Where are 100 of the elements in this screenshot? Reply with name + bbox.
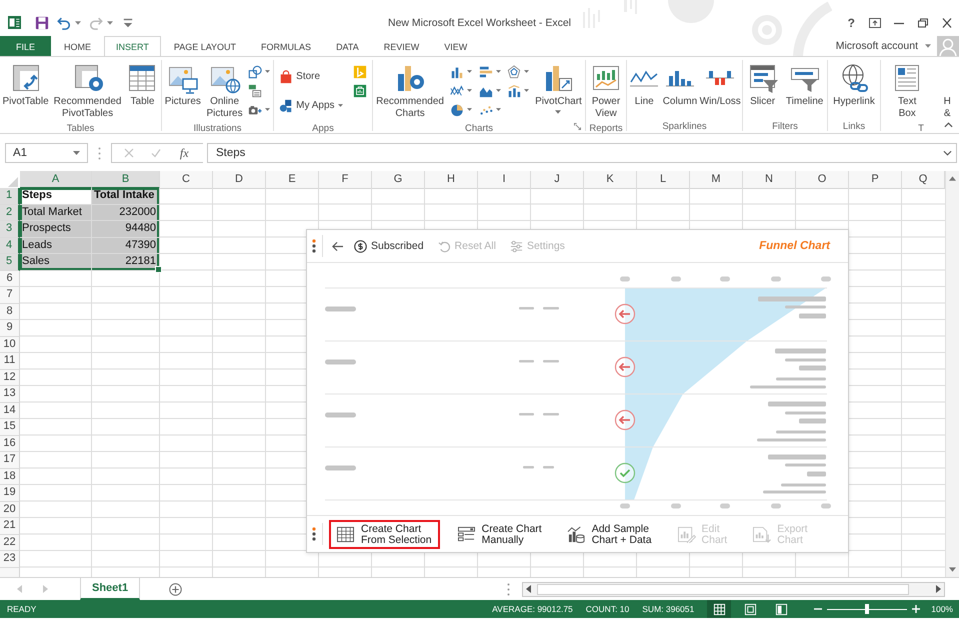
ribbon-tab[interactable]: FILE bbox=[0, 36, 52, 56]
arrow-up-icon[interactable] bbox=[949, 176, 956, 181]
ribbon-tab[interactable]: VIEW bbox=[432, 36, 480, 56]
scrollbar-thumb[interactable] bbox=[536, 584, 908, 594]
ribbon-button[interactable]: Table bbox=[125, 62, 160, 108]
row-header[interactable]: 23 bbox=[0, 551, 20, 568]
expand-icon[interactable] bbox=[943, 150, 952, 156]
ribbon-button[interactable]: Store bbox=[278, 67, 344, 86]
ribbon-button[interactable]: H & bbox=[942, 62, 952, 120]
collapse-icon[interactable] bbox=[944, 122, 953, 128]
row-header[interactable]: 9 bbox=[0, 320, 20, 336]
grip-icon[interactable] bbox=[312, 239, 316, 253]
column-header[interactable]: I bbox=[478, 171, 531, 189]
quick-access-button[interactable] bbox=[57, 16, 81, 30]
column-header[interactable]: L bbox=[637, 171, 690, 189]
zoom-level[interactable]: 100% bbox=[931, 604, 953, 614]
account-button[interactable]: Microsoft account bbox=[836, 40, 922, 52]
dialog-launcher-icon[interactable] bbox=[574, 123, 581, 130]
ribbon-button[interactable]: Online Pictures bbox=[205, 62, 244, 120]
view-button[interactable] bbox=[707, 600, 732, 618]
formula-field[interactable]: Steps bbox=[207, 143, 957, 163]
ribbon-button[interactable]: PivotChart bbox=[534, 62, 583, 114]
row-header[interactable]: 10 bbox=[0, 336, 20, 353]
name-box[interactable]: A1 bbox=[5, 143, 88, 163]
ribbon-button[interactable]: Text Box bbox=[890, 62, 924, 120]
row-header[interactable]: 12 bbox=[0, 370, 20, 386]
row-header[interactable]: 2 bbox=[0, 204, 20, 221]
ribbon-button[interactable]: Slicer bbox=[746, 62, 780, 108]
row-header[interactable]: 19 bbox=[0, 485, 20, 502]
column-header[interactable]: P bbox=[849, 171, 902, 189]
row-header[interactable]: 22 bbox=[0, 534, 20, 551]
ribbon-button[interactable]: My Apps bbox=[278, 96, 344, 115]
row-header[interactable]: 16 bbox=[0, 436, 20, 452]
action-button[interactable]: Create Chart Manually bbox=[450, 520, 550, 548]
ribbon-tab[interactable]: HOME bbox=[52, 36, 104, 56]
quick-access-button[interactable] bbox=[35, 16, 49, 30]
ribbon-button[interactable]: Hyperlink bbox=[832, 62, 876, 108]
grip-icon[interactable] bbox=[98, 146, 101, 160]
row-header[interactable]: 11 bbox=[0, 353, 20, 370]
column-header[interactable]: O bbox=[796, 171, 849, 189]
horizontal-scrollbar[interactable] bbox=[522, 582, 945, 596]
ribbon-button[interactable]: Recommended Charts bbox=[375, 62, 445, 120]
restore-icon[interactable] bbox=[917, 18, 929, 28]
column-header[interactable]: C bbox=[160, 171, 213, 189]
row-header[interactable]: 15 bbox=[0, 419, 20, 436]
row-header[interactable]: 21 bbox=[0, 518, 20, 534]
column-header[interactable]: D bbox=[213, 171, 266, 189]
arrow-down-icon[interactable] bbox=[949, 567, 956, 572]
slider-thumb[interactable] bbox=[865, 604, 870, 614]
column-header[interactable]: Q bbox=[902, 171, 945, 189]
row-header[interactable]: 7 bbox=[0, 287, 20, 304]
row-header[interactable]: 18 bbox=[0, 468, 20, 485]
row-header[interactable]: 6 bbox=[0, 270, 20, 287]
column-header[interactable]: A bbox=[20, 171, 92, 189]
fill-handle-icon[interactable] bbox=[155, 266, 162, 272]
column-header[interactable]: B bbox=[92, 171, 160, 189]
row-header[interactable]: 1 bbox=[0, 188, 20, 204]
arrow-right-icon[interactable] bbox=[936, 585, 941, 593]
ribbon-tab[interactable]: FORMULAS bbox=[249, 36, 324, 56]
row-header[interactable]: 13 bbox=[0, 386, 20, 402]
column-header[interactable]: H bbox=[425, 171, 478, 189]
ribbon-tab[interactable]: PAGE LAYOUT bbox=[162, 36, 248, 56]
column-header[interactable]: J bbox=[531, 171, 584, 189]
ribbon-display-icon[interactable] bbox=[869, 18, 881, 28]
row-header[interactable]: 4 bbox=[0, 238, 20, 254]
caret-icon[interactable] bbox=[925, 44, 931, 48]
ribbon-button[interactable]: Recommended PivotTables bbox=[52, 62, 122, 120]
caret-icon[interactable] bbox=[73, 151, 80, 155]
grip-icon[interactable] bbox=[312, 527, 316, 541]
sheet-tab[interactable]: Sheet1 bbox=[80, 578, 140, 600]
toolbar-button[interactable]: Subscribed bbox=[354, 240, 424, 252]
row-header[interactable]: 3 bbox=[0, 221, 20, 238]
action-button[interactable]: Add Sample Chart + Data bbox=[560, 520, 660, 548]
help-button[interactable]: ? bbox=[848, 16, 855, 30]
column-header[interactable]: N bbox=[743, 171, 796, 189]
add-sheet-icon[interactable] bbox=[169, 582, 182, 596]
ribbon-tab[interactable]: DATA bbox=[324, 36, 371, 56]
vertical-scrollbar[interactable] bbox=[945, 171, 959, 577]
arrow-left-icon[interactable] bbox=[526, 585, 531, 593]
zoom-in-icon[interactable] bbox=[912, 605, 920, 613]
column-header[interactable]: M bbox=[690, 171, 743, 189]
ribbon-button[interactable]: Column bbox=[662, 62, 698, 108]
column-header[interactable]: K bbox=[584, 171, 637, 189]
ribbon-button[interactable]: PivotTable bbox=[2, 62, 50, 108]
column-header[interactable]: E bbox=[266, 171, 319, 189]
check-icon[interactable] bbox=[151, 148, 162, 158]
ribbon-button[interactable]: Win/Loss bbox=[698, 62, 742, 108]
ribbon-tab[interactable]: INSERT bbox=[104, 36, 161, 57]
back-icon[interactable] bbox=[331, 240, 344, 252]
row-header[interactable]: 17 bbox=[0, 452, 20, 468]
column-header[interactable]: F bbox=[319, 171, 372, 189]
grip-icon[interactable] bbox=[507, 582, 510, 596]
row-header[interactable]: 14 bbox=[0, 402, 20, 419]
row-header[interactable]: 8 bbox=[0, 304, 20, 320]
column-header[interactable]: G bbox=[372, 171, 425, 189]
action-button[interactable]: Create Chart From Selection bbox=[329, 520, 440, 548]
insert-function-button[interactable]: fx bbox=[178, 146, 191, 160]
row-header[interactable]: 5 bbox=[0, 254, 20, 270]
ribbon-tab[interactable]: REVIEW bbox=[372, 36, 432, 56]
ribbon-button[interactable]: Timeline bbox=[784, 62, 824, 108]
